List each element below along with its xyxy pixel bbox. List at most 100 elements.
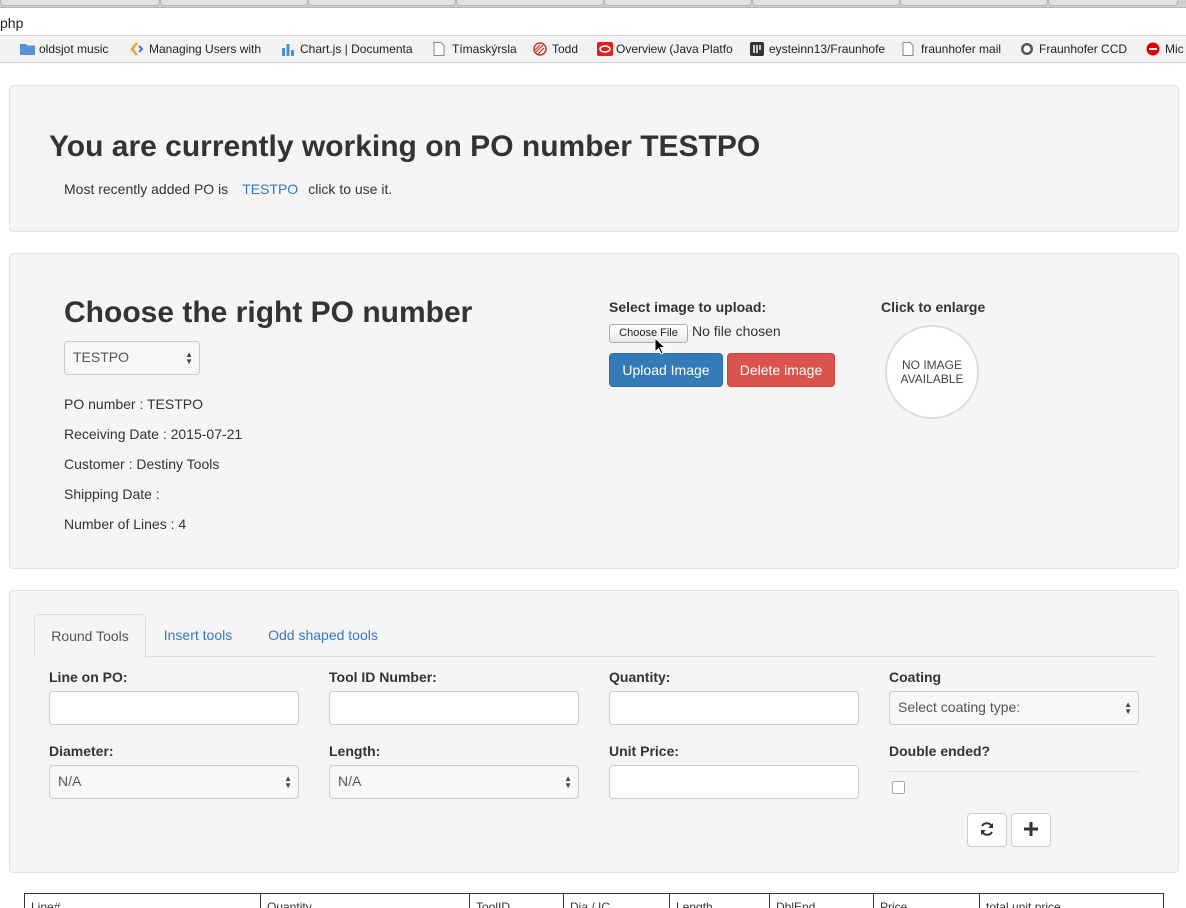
browser-tab[interactable] [456, 0, 604, 6]
unit-price-label: Unit Price: [609, 743, 680, 759]
table-header-cell: total unit price [986, 900, 1061, 908]
tools-panel: Round Tools Insert tools Odd shaped tool… [9, 590, 1179, 873]
address-bar-url[interactable]: php [0, 15, 23, 31]
double-ended-label: Double ended? [889, 743, 991, 759]
no-file-chosen-text: No file chosen [692, 323, 781, 339]
table-header-cell: Length [670, 894, 770, 908]
delete-image-button[interactable]: Delete image [727, 353, 835, 387]
quantity-input[interactable] [609, 691, 859, 725]
table-header-cell: DblEnd [770, 894, 874, 908]
bookmark-fraunhofer-ccd[interactable]: Fraunhofer CCD [1020, 42, 1127, 56]
refresh-icon [979, 821, 995, 840]
bookmarks-bar: oldsjot music Managing Users with Chart.… [0, 36, 1186, 63]
table-header-cell: ToolID [470, 894, 564, 908]
table-header-cell: Line# [25, 894, 261, 908]
info-receiving-date: Receiving Date : 2015-07-21 [64, 426, 243, 442]
browser-tab[interactable] [1048, 0, 1178, 6]
choose-po-panel: Choose the right PO number TESTPO ▲ ▼ PO … [9, 253, 1179, 569]
recent-po-link[interactable]: TESTPO [242, 181, 298, 197]
upload-image-button[interactable]: Upload Image [609, 353, 723, 387]
select-arrows-icon: ▲ ▼ [284, 774, 292, 790]
coating-select-value: Select coating type: [898, 699, 1021, 715]
bookmark-chartjs[interactable]: Chart.js | Documenta [281, 42, 413, 56]
tab-round-tools[interactable]: Round Tools [34, 614, 146, 658]
line-on-po-input[interactable] [49, 691, 299, 725]
select-arrows-icon: ▲ ▼ [1124, 700, 1132, 716]
enlarge-label: Click to enlarge [881, 299, 986, 315]
bar-chart-icon [281, 42, 295, 56]
octocat-icon [1020, 42, 1034, 56]
address-bar[interactable]: php [0, 8, 1186, 36]
page-icon [433, 42, 447, 56]
oracle-icon [597, 42, 613, 56]
bookmark-label: Chart.js | Documenta [300, 42, 413, 56]
coating-label: Coating [889, 669, 942, 685]
table-header-cell: Dia / IC [564, 894, 670, 908]
divider [889, 771, 1139, 772]
current-po-panel: You are currently working on PO number T… [9, 85, 1179, 232]
po-select-value: TESTPO [73, 349, 130, 365]
browser-tab-strip [0, 0, 1186, 8]
image-thumbnail[interactable]: NO IMAGE AVAILABLE [885, 325, 979, 419]
bookmark-mic[interactable]: Mic [1146, 42, 1184, 56]
choose-file-button[interactable]: Choose File [609, 324, 688, 343]
double-ended-checkbox[interactable] [892, 781, 905, 794]
browser-tab[interactable] [0, 0, 160, 6]
folder-icon [20, 42, 35, 56]
info-customer: Customer : Destiny Tools [64, 456, 220, 472]
bookmark-eysteinn13[interactable]: eysteinn13/Fraunhofe [750, 42, 885, 56]
info-po-number: PO number : TESTPO [64, 396, 204, 412]
bookmark-label: fraunhofer mail [921, 42, 1002, 56]
info-number-of-lines: Number of Lines : 4 [64, 516, 187, 532]
bookmark-label: Todd [552, 42, 579, 56]
striped-circle-icon [533, 42, 547, 56]
bookmark-label: Managing Users with [149, 42, 262, 56]
bookmark-fraunhofer-mail[interactable]: fraunhofer mail [902, 42, 1001, 56]
bookmark-java-overview[interactable]: Overview (Java Platfo [597, 42, 733, 56]
diameter-select[interactable]: N/A ▲ ▼ [49, 765, 299, 799]
tool-tabs: Round Tools Insert tools Odd shaped tool… [34, 614, 1155, 658]
unit-price-input[interactable] [609, 765, 859, 799]
plus-icon [1024, 821, 1038, 839]
bookmark-oldsjot-music[interactable]: oldsjot music [20, 42, 108, 56]
bookmark-label: Tímaskýrsla [452, 42, 517, 56]
repo-icon [750, 42, 764, 56]
browser-tab[interactable] [308, 0, 456, 6]
length-label: Length: [329, 743, 381, 759]
bookmark-label: Fraunhofer CCD [1039, 42, 1128, 56]
bookmark-label: Mic [1165, 42, 1184, 56]
recent-po-line: Most recently added PO is TESTPO click to … [64, 181, 392, 197]
browser-tab[interactable] [160, 0, 308, 6]
add-tool-button[interactable] [1011, 813, 1051, 847]
browser-tab[interactable] [604, 0, 752, 6]
diameter-select-value: N/A [58, 773, 82, 789]
select-arrows-icon: ▲ ▼ [564, 774, 572, 790]
recent-po-prefix: Most recently added PO is [64, 181, 229, 197]
refresh-button[interactable] [967, 813, 1007, 847]
info-shipping-date: Shipping Date : [64, 486, 160, 502]
select-arrows-icon: ▲ ▼ [185, 350, 193, 366]
upload-label: Select image to upload: [609, 299, 767, 315]
length-select-value: N/A [338, 773, 362, 789]
choose-po-heading: Choose the right PO number [64, 296, 473, 329]
tool-id-input[interactable] [329, 691, 579, 725]
bookmark-label: eysteinn13/Fraunhofe [769, 42, 886, 56]
browser-tab[interactable] [900, 0, 1048, 6]
bookmark-managing-users[interactable]: Managing Users with [130, 42, 261, 56]
bookmark-timaskyrsla[interactable]: Tímaskýrsla [433, 42, 517, 56]
tab-insert-tools[interactable]: Insert tools [146, 614, 250, 657]
page-content: You are currently working on PO number T… [0, 64, 1186, 908]
browser-tab[interactable] [752, 0, 900, 6]
no-entry-icon [1146, 42, 1160, 56]
page-icon [902, 42, 916, 56]
coating-select[interactable]: Select coating type: ▲ ▼ [889, 691, 1139, 725]
table-header-cell: Price [874, 894, 980, 908]
po-lines-table: Line# Quantity ToolID Dia / IC Length Db… [24, 893, 1164, 908]
length-select[interactable]: N/A ▲ ▼ [329, 765, 579, 799]
po-number-select[interactable]: TESTPO ▲ ▼ [64, 341, 200, 375]
no-image-text: NO IMAGE AVAILABLE [900, 358, 964, 386]
tab-odd-shaped-tools[interactable]: Odd shaped tools [250, 614, 396, 657]
bookmark-todd[interactable]: Todd [533, 42, 578, 56]
tool-id-label: Tool ID Number: [329, 669, 437, 685]
bookmark-label: Overview (Java Platfo [616, 42, 733, 56]
